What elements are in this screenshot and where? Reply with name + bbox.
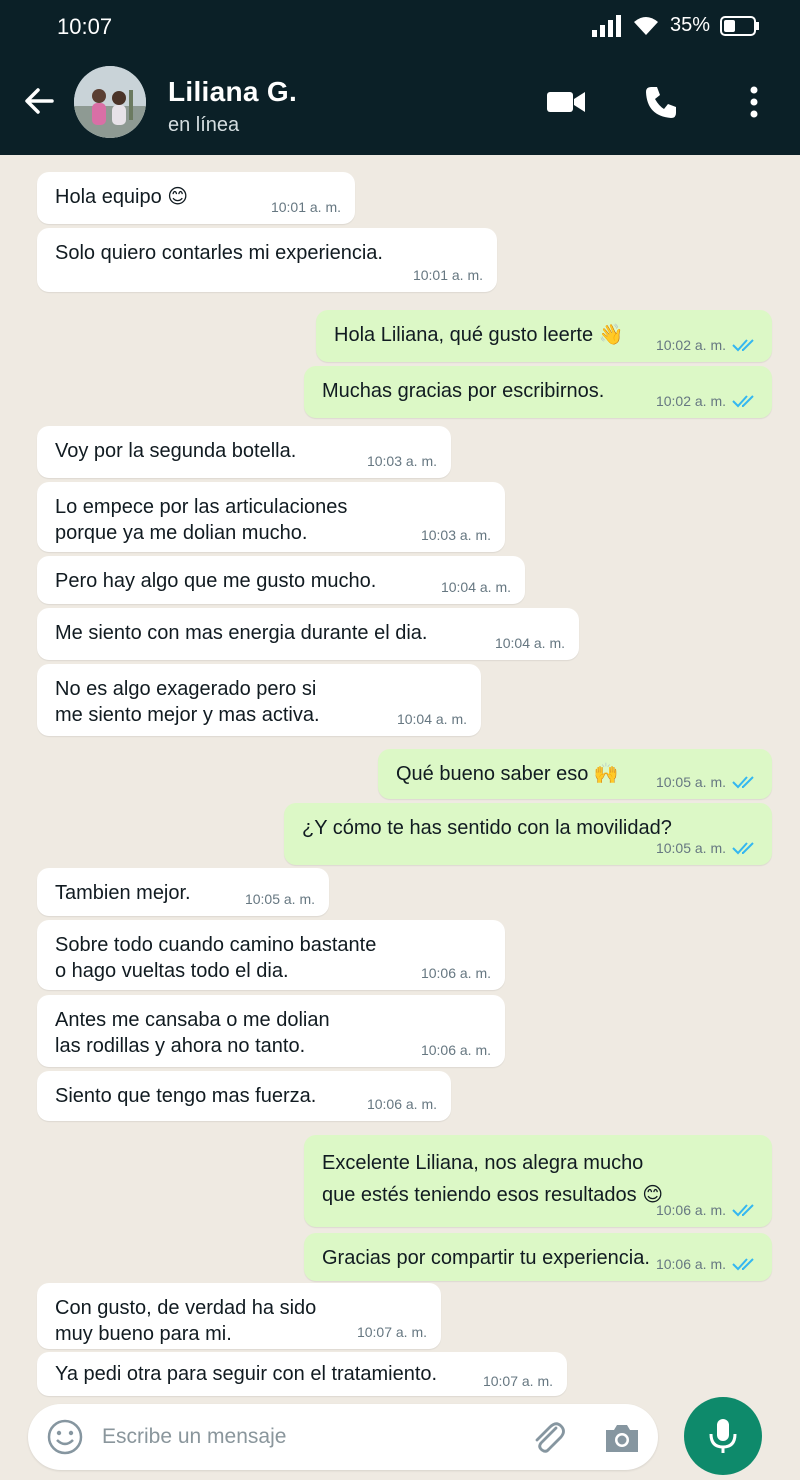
- paperclip-icon[interactable]: [528, 1418, 568, 1458]
- message-outgoing[interactable]: ¿Y cómo te has sentido con la movilidad?…: [284, 803, 772, 865]
- message-text: Voy por la segunda botella.: [55, 440, 297, 462]
- message-list[interactable]: Hola equipo 😊 10:01 a. m. Solo quiero co…: [0, 155, 800, 1400]
- avatar[interactable]: [74, 66, 146, 138]
- contact-status: en línea: [168, 114, 240, 136]
- microphone-icon: [709, 1419, 737, 1453]
- message-time: 10:02 a. m.: [655, 336, 726, 353]
- message-incoming[interactable]: Voy por la segunda botella. 10:03 a. m.: [37, 426, 451, 478]
- wifi-icon: [633, 16, 658, 35]
- message-incoming[interactable]: Solo quiero contarles mi experiencia. 10…: [37, 228, 497, 292]
- chat-header: 10:07 35% Liliana G. en línea: [0, 0, 800, 155]
- message-incoming[interactable]: Tambien mejor. 10:05 a. m.: [37, 868, 329, 916]
- message-outgoing[interactable]: Qué bueno saber eso 🙌 10:05 a. m.: [378, 749, 772, 799]
- message-text: Muchas gracias por escribirnos.: [322, 380, 605, 402]
- message-incoming[interactable]: Siento que tengo mas fuerza. 10:06 a. m.: [37, 1071, 451, 1121]
- message-text: Antes me cansaba o me dolian las rodilla…: [55, 1009, 330, 1057]
- message-incoming[interactable]: Lo empece por las articulaciones porque …: [37, 482, 505, 552]
- message-time: 10:06 a. m.: [420, 964, 491, 981]
- composer: [28, 1404, 658, 1470]
- message-time: 10:04 a. m.: [396, 710, 467, 727]
- message-incoming[interactable]: Hola equipo 😊 10:01 a. m.: [37, 172, 355, 224]
- battery-icon: [720, 15, 759, 36]
- microphone-button[interactable]: [684, 1397, 762, 1475]
- message-text: Qué bueno saber eso 🙌: [396, 763, 619, 785]
- status-icons: 35%: [591, 14, 760, 37]
- message-incoming[interactable]: Me siento con mas energia durante el dia…: [37, 608, 579, 660]
- message-time: 10:05 a. m.: [244, 890, 315, 907]
- message-time: 10:03 a. m.: [420, 526, 491, 543]
- message-text: Me siento con mas energia durante el dia…: [55, 622, 428, 644]
- message-incoming[interactable]: Ya pedi otra para seguir con el tratamie…: [37, 1352, 567, 1396]
- message-text: Lo empece por las articulaciones porque …: [55, 496, 348, 544]
- message-outgoing[interactable]: Excelente Liliana, nos alegra mucho que …: [304, 1135, 772, 1227]
- message-text: Tambien mejor.: [55, 882, 191, 904]
- message-incoming[interactable]: No es algo exagerado pero si me siento m…: [37, 664, 481, 736]
- more-options-icon[interactable]: [742, 84, 766, 120]
- message-incoming[interactable]: Pero hay algo que me gusto mucho. 10:04 …: [37, 556, 525, 604]
- contact-name[interactable]: Liliana G.: [168, 76, 297, 108]
- message-outgoing[interactable]: Hola Liliana, qué gusto leerte 👋 10:02 a…: [316, 310, 772, 362]
- camera-icon[interactable]: [602, 1418, 642, 1458]
- status-bar: 10:07 35%: [0, 0, 800, 56]
- message-text: No es algo exagerado pero si me siento m…: [55, 678, 320, 726]
- message-incoming[interactable]: Antes me cansaba o me dolian las rodilla…: [37, 995, 505, 1067]
- message-outgoing[interactable]: Gracias por compartir tu experiencia. 10…: [304, 1233, 772, 1281]
- avatar-photo: [74, 66, 146, 138]
- message-text: Hola Liliana, qué gusto leerte 👋: [334, 324, 624, 346]
- message-time: 10:06 a. m.: [655, 1201, 726, 1218]
- message-text: Siento que tengo mas fuerza.: [55, 1085, 317, 1107]
- message-text: Solo quiero contarles mi experiencia.: [55, 242, 383, 264]
- message-input[interactable]: [102, 1420, 522, 1454]
- status-time: 10:07: [57, 14, 113, 39]
- message-incoming[interactable]: Con gusto, de verdad ha sido muy bueno p…: [37, 1283, 441, 1349]
- read-receipt-icon: [732, 339, 754, 352]
- message-time: 10:02 a. m.: [655, 392, 726, 409]
- message-text: Sobre todo cuando camino bastante o hago…: [55, 934, 377, 982]
- message-time: 10:06 a. m.: [366, 1095, 437, 1112]
- signal-icon: [591, 14, 621, 37]
- message-time: 10:06 a. m.: [420, 1041, 491, 1058]
- message-time: 10:05 a. m.: [655, 773, 726, 790]
- message-outgoing[interactable]: Muchas gracias por escribirnos. 10:02 a.…: [304, 366, 772, 418]
- read-receipt-icon: [732, 776, 754, 789]
- message-text: Con gusto, de verdad ha sido muy bueno p…: [55, 1297, 317, 1345]
- read-receipt-icon: [732, 395, 754, 408]
- read-receipt-icon: [732, 1258, 754, 1271]
- message-text: Hola equipo 😊: [55, 186, 189, 208]
- toolbar: Liliana G. en línea: [0, 56, 800, 155]
- battery-level: 35%: [669, 14, 710, 36]
- message-time: 10:01 a. m.: [270, 198, 341, 215]
- back-arrow-icon[interactable]: [22, 84, 56, 118]
- video-call-icon[interactable]: [545, 84, 587, 120]
- read-receipt-icon: [732, 842, 754, 855]
- message-text: Ya pedi otra para seguir con el tratamie…: [55, 1363, 438, 1385]
- message-incoming[interactable]: Sobre todo cuando camino bastante o hago…: [37, 920, 505, 990]
- read-receipt-icon: [732, 1204, 754, 1217]
- message-text: Gracias por compartir tu experiencia.: [322, 1247, 650, 1269]
- message-time: 10:04 a. m.: [440, 578, 511, 595]
- message-time: 10:01 a. m.: [412, 266, 483, 283]
- message-text: Pero hay algo que me gusto mucho.: [55, 570, 377, 592]
- message-time: 10:07 a. m.: [356, 1323, 427, 1340]
- voice-call-icon[interactable]: [643, 84, 679, 120]
- smiley-icon[interactable]: [46, 1418, 84, 1456]
- message-time: 10:05 a. m.: [655, 839, 726, 856]
- message-time: 10:04 a. m.: [494, 634, 565, 651]
- message-time: 10:07 a. m.: [482, 1372, 553, 1389]
- message-text: Excelente Liliana, nos alegra mucho que …: [322, 1152, 664, 1206]
- message-text: ¿Y cómo te has sentido con la movilidad?: [302, 817, 672, 839]
- message-time: 10:06 a. m.: [655, 1255, 726, 1272]
- message-time: 10:03 a. m.: [366, 452, 437, 469]
